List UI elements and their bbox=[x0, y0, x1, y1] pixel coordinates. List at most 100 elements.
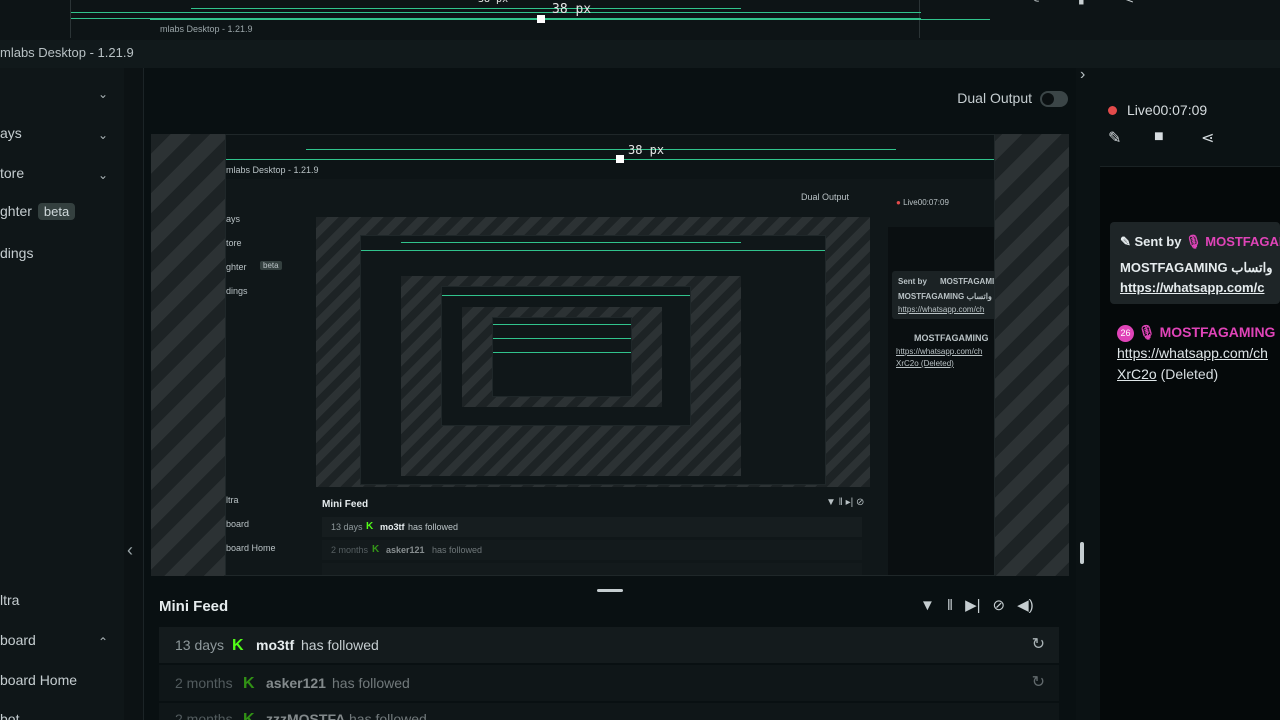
captured-feed-action: has followed bbox=[408, 522, 459, 532]
sidebar-item-dashboard-home[interactable]: board Home bbox=[0, 672, 124, 696]
kick-icon: K bbox=[243, 675, 255, 692]
sidebar-item-overlays[interactable]: ays ⌄ bbox=[0, 125, 124, 149]
feed-user: zzzMOSTFA bbox=[266, 711, 346, 720]
captured-user: MOSTFAGAMING bbox=[914, 333, 989, 343]
px-label: 38 px bbox=[628, 143, 665, 157]
left-sidebar: ⌄ ays ⌄ tore ⌄ ghter beta dings ltra boar… bbox=[0, 68, 124, 720]
kick-icon: K bbox=[232, 637, 244, 654]
skip-icon[interactable]: ▶| bbox=[965, 597, 980, 614]
captured-editor-l3 bbox=[441, 286, 691, 426]
captured-feed-user: mo3tf bbox=[380, 522, 405, 532]
captured-live-time: 00:07:09 bbox=[917, 198, 949, 207]
chevron-right-icon[interactable]: › bbox=[1080, 66, 1085, 84]
captured-sidebar-label: ghter bbox=[226, 262, 247, 272]
live-time: 00:07:09 bbox=[1152, 102, 1208, 118]
captured-topbar bbox=[226, 135, 994, 179]
sidebar-item-recordings[interactable]: dings bbox=[0, 245, 124, 269]
volume-icon[interactable]: ◀) bbox=[1017, 597, 1034, 614]
sidebar-item-store[interactable]: tore ⌄ bbox=[0, 165, 124, 189]
captured-sent-by: Sent by bbox=[898, 277, 927, 286]
camera-icon: ▮ bbox=[1078, 0, 1085, 6]
captured-mini-feed-title: Mini Feed bbox=[322, 499, 369, 510]
feed-user: asker121 bbox=[266, 675, 326, 691]
kick-icon: K bbox=[366, 521, 374, 532]
replay-icon[interactable]: ↻ bbox=[1032, 672, 1045, 692]
guide-line bbox=[150, 19, 990, 20]
captured-sidebar-label: ltra bbox=[226, 495, 239, 505]
collapse-left-icon[interactable]: ‹ bbox=[127, 540, 133, 561]
captured-link: https://whatsapp.com/ch bbox=[896, 347, 983, 356]
captured-feed-tools: ▼ ‖ ▸| ⊘ bbox=[826, 497, 865, 508]
sidebar-item-bot[interactable]: bot bbox=[0, 711, 124, 720]
guide-handle bbox=[616, 155, 624, 163]
guide-line bbox=[442, 295, 690, 296]
scrollbar-thumb[interactable] bbox=[1080, 542, 1084, 564]
pin-icon: ✎ bbox=[1120, 234, 1135, 249]
deleted-tag: (Deleted) bbox=[1160, 366, 1219, 382]
kick-icon: K bbox=[372, 544, 380, 555]
toggle-switch[interactable] bbox=[1040, 91, 1068, 108]
px-label: 38 px bbox=[478, 0, 508, 5]
guide-line bbox=[306, 149, 896, 150]
sidebar-item-label: bot bbox=[0, 711, 20, 720]
feed-row: 13 days K mo3tf has followed ↻ bbox=[159, 627, 1059, 663]
sidebar-item-0[interactable]: ⌄ bbox=[0, 84, 124, 108]
chat-user[interactable]: MOSTFAGAMING bbox=[1160, 324, 1276, 340]
feed-row: 2 months K zzzMOSTFA has followed bbox=[159, 703, 1059, 720]
captured-feed-user: asker121 bbox=[386, 545, 425, 555]
pinned-message[interactable]: ✎ Sent by 🎙 MOSTFAGAMING MOSTFAGAMING وا… bbox=[1110, 222, 1280, 304]
captured-feed-time: 2 months bbox=[331, 545, 369, 555]
pinned-header: ✎ Sent by 🎙 MOSTFAGAMING bbox=[1120, 234, 1280, 250]
dual-output-label: Dual Output bbox=[957, 90, 1032, 106]
guide-line bbox=[401, 242, 741, 243]
sidebar-item-label: ltra bbox=[0, 592, 20, 608]
feed-user: mo3tf bbox=[256, 637, 295, 653]
sidebar-item-dashboard[interactable]: board ⌃ bbox=[0, 632, 124, 656]
chevron-down-icon: ⌄ bbox=[97, 168, 108, 182]
guide-line bbox=[361, 250, 825, 251]
pencil-icon[interactable]: ✎ bbox=[1108, 128, 1121, 148]
chevron-down-icon: ⌄ bbox=[97, 128, 108, 142]
captured-chat: Sent by MOSTFAGAMING MOSTFAGAMING واتساب… bbox=[888, 227, 995, 575]
camera-icon[interactable]: ■ bbox=[1154, 128, 1164, 146]
captured-user: MOSTFAGAMING bbox=[940, 277, 995, 286]
dual-output-toggle[interactable]: Dual Output bbox=[957, 90, 1068, 108]
chat-link[interactable]: https://whatsapp.com/ch bbox=[1117, 345, 1268, 361]
chat-message: 26 🎙 MOSTFAGAMING https://whatsapp.com/c… bbox=[1117, 322, 1280, 385]
chat-link-tail[interactable]: XrC2o bbox=[1117, 366, 1157, 382]
feed-time: 13 days bbox=[175, 637, 225, 653]
feed-action: has followed bbox=[332, 675, 410, 691]
captured-message: MOSTFAGAMING واتساب bbox=[898, 292, 992, 301]
sidebar-item-label: ays bbox=[0, 125, 22, 141]
pinned-link[interactable]: https://whatsapp.com/c bbox=[1120, 280, 1264, 295]
captured-feed-row: 2 months K asker121 has followed bbox=[322, 540, 862, 560]
chevron-up-icon: ⌃ bbox=[97, 635, 108, 649]
resize-handle[interactable] bbox=[597, 589, 623, 592]
captured-dual-output: Dual Output bbox=[801, 192, 850, 202]
mute-alerts-icon[interactable]: ⊘ bbox=[993, 597, 1006, 614]
mini-feed-title: Mini Feed bbox=[159, 598, 229, 615]
captured-editor-l4 bbox=[492, 317, 632, 397]
guide-line bbox=[493, 352, 631, 353]
app-title: mlabs Desktop - 1.21.9 bbox=[0, 45, 134, 60]
captured-live: ● Live00:07:09 bbox=[896, 198, 949, 207]
live-dot-icon bbox=[1108, 106, 1117, 115]
sidebar-divider bbox=[124, 68, 144, 720]
replay-icon[interactable]: ↻ bbox=[1032, 634, 1045, 654]
captured-deleted: XrC2o (Deleted) bbox=[896, 359, 954, 368]
stream-preview[interactable]: 38 px mlabs Desktop - 1.21.9 ays tore gh… bbox=[151, 134, 1069, 576]
filter-icon[interactable]: ▼ bbox=[920, 597, 935, 614]
mic-icon: 🎙 bbox=[1185, 234, 1202, 249]
sidebar-item-label: board bbox=[0, 632, 36, 648]
mini-feed-toolbar: ▼ ‖ ▶| ⊘ ◀) bbox=[920, 596, 1046, 614]
captured-sidebar-label: tore bbox=[226, 238, 242, 248]
share-icon[interactable]: ⋖ bbox=[1201, 128, 1214, 148]
mic-icon: 🎙 bbox=[1137, 324, 1156, 340]
sidebar-item-ultra[interactable]: ltra bbox=[0, 592, 124, 616]
sub-badge: 26 bbox=[1117, 324, 1134, 342]
sidebar-item-highlighter[interactable]: ghter beta bbox=[0, 203, 124, 227]
captured-editor-l1: 38 px mlabs Desktop - 1.21.9 ays tore gh… bbox=[225, 134, 995, 576]
pause-icon[interactable]: ‖ bbox=[947, 597, 953, 614]
guide-line bbox=[226, 159, 994, 160]
captured-top-strip: 38 px 38 px mlabs Desktop - 1.21.9 ✎ ▮ ⋖ bbox=[0, 0, 1280, 40]
